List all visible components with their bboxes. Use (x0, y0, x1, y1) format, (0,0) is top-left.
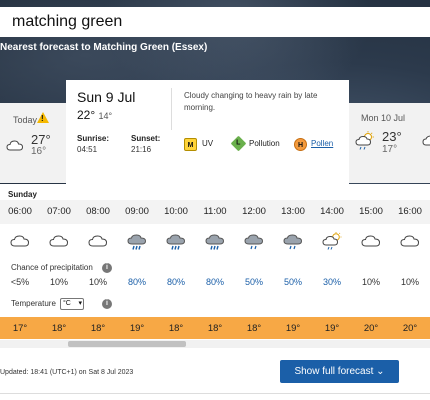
hour-temp: 18° (90, 323, 106, 334)
divider (0, 393, 430, 394)
hour-precip: 50% (283, 277, 302, 287)
day-low-temp: 14° (98, 111, 113, 121)
precip-label: Chance of precipitation (11, 263, 93, 272)
selected-day-temps: 22° 14° (77, 108, 112, 122)
selected-day-panel: Sun 9 Jul 22° 14° Sunrise: 04:51 Sunset:… (66, 80, 349, 184)
day-high-temp: 27° (31, 132, 51, 147)
day-card-today[interactable]: Today 27° 16° (0, 103, 66, 183)
hour-time: 15:00 (359, 206, 383, 217)
button-label: Show full forecast (294, 366, 374, 377)
divider (171, 88, 172, 130)
hour-temp: 18° (207, 323, 223, 334)
temperature-label: Temperature (11, 299, 56, 308)
pollution-badge: L (230, 135, 247, 152)
temperature-unit-select[interactable]: °C (60, 298, 84, 310)
hour-temp: 18° (51, 323, 67, 334)
light-rain-icon (244, 234, 264, 250)
selected-day-date: Sun 9 Jul (77, 89, 136, 105)
day-label: Mon 10 Jul (361, 113, 406, 123)
cloud-icon (10, 235, 30, 247)
info-icon[interactable]: i (102, 263, 112, 273)
hour-precip: 30% (322, 277, 341, 287)
hour-temp: 20° (402, 323, 418, 334)
heavy-rain-icon (127, 234, 147, 250)
hour-precip: 80% (205, 277, 224, 287)
hour-temp: 18° (168, 323, 184, 334)
hour-time: 09:00 (125, 206, 149, 217)
hour-precip: 10% (400, 277, 419, 287)
hour-time: 13:00 (281, 206, 305, 217)
footer: Updated: 18:41 (UTC+1) on Sat 8 Jul 2023… (0, 350, 430, 400)
sun-cloud-rain-icon (355, 131, 374, 150)
day-card-next[interactable]: Mon 10 Jul 23° 17° (349, 103, 430, 183)
pollution-label: Pollution (249, 139, 280, 148)
hour-time: 11:00 (203, 206, 227, 217)
cloud-icon (88, 235, 108, 247)
hour-time: 12:00 (242, 206, 266, 217)
cloud-icon (49, 235, 69, 247)
hour-temp: 18° (246, 323, 262, 334)
cloud-icon (6, 140, 24, 151)
sunrise-label: Sunrise: (77, 134, 110, 143)
warning-icon[interactable] (37, 112, 49, 123)
hour-precip: 10% (361, 277, 380, 287)
hour-temp: 19° (324, 323, 340, 334)
hour-precip: <5% (10, 277, 30, 287)
show-full-forecast-button[interactable]: Show full forecast ⌄ (280, 360, 399, 383)
updated-timestamp: Updated: 18:41 (UTC+1) on Sat 8 Jul 2023 (0, 369, 134, 376)
day-high-temp: 23° (382, 129, 402, 144)
hour-temp: 17° (12, 323, 28, 334)
nearest-forecast-label: Nearest forecast to Matching Green (Esse… (0, 42, 208, 53)
hour-time: 06:00 (8, 206, 32, 217)
hour-time: 16:00 (398, 206, 422, 217)
scrollbar-thumb[interactable] (68, 341, 186, 347)
hour-temp: 20° (363, 323, 379, 334)
hour-precip: 80% (166, 277, 185, 287)
sunset-time: 21:16 (131, 145, 152, 154)
hour-time: 14:00 (320, 206, 344, 217)
hour-precip: 80% (127, 277, 146, 287)
day-low-temp: 16° (31, 146, 47, 157)
hour-temp: 19° (129, 323, 145, 334)
day-high-temp: 22° (77, 108, 96, 122)
pollen-link[interactable]: Pollen (311, 139, 333, 148)
sunset-label: Sunset: (131, 134, 161, 143)
hour-time: 07:00 (47, 206, 71, 217)
hour-temp: 19° (285, 323, 301, 334)
hour-time: 10:00 (164, 206, 188, 217)
hourly-forecast: Sunday 06:00 <5% 07:00 10% 08:00 10% 09:00 80% 1… (0, 184, 430, 350)
hour-time: 08:00 (86, 206, 110, 217)
pollution-badge-text: L (236, 140, 241, 147)
hour-precip: 10% (88, 277, 107, 287)
day-label: Today (13, 115, 38, 125)
sun-cloud-rain-icon (322, 232, 342, 250)
pollen-badge: H (294, 138, 307, 151)
day-low-temp: 17° (382, 144, 398, 155)
location-search-input[interactable]: matching green (0, 7, 430, 37)
weather-description: Cloudy changing to heavy rain by late mo… (184, 91, 318, 112)
light-rain-icon (283, 234, 303, 250)
info-icon[interactable]: i (102, 299, 112, 309)
horizontal-scrollbar[interactable] (0, 340, 430, 348)
cloud-icon (422, 135, 430, 146)
chevron-down-icon: ⌄ (376, 366, 385, 377)
hourly-day-label: Sunday (8, 190, 37, 199)
uv-label: UV (202, 139, 214, 148)
heavy-rain-icon (166, 234, 186, 250)
hour-precip: 10% (49, 277, 68, 287)
sunrise-time: 04:51 (77, 145, 98, 154)
cloud-icon (361, 235, 381, 247)
heavy-rain-icon (205, 234, 225, 250)
cloud-icon (400, 235, 420, 247)
hour-precip: 50% (244, 277, 263, 287)
uv-badge: M (184, 138, 197, 151)
